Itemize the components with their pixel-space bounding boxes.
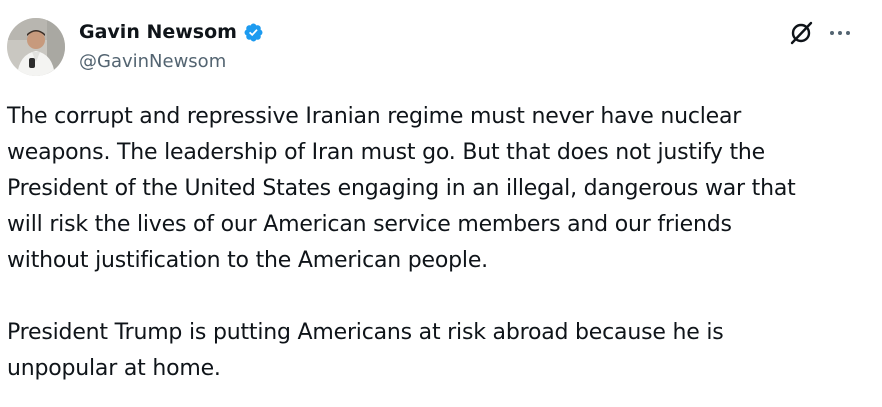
- grok-button[interactable]: [788, 20, 814, 46]
- tweet-paragraph: President Trump is putting Americans at …: [7, 320, 724, 381]
- tweet-text: The corrupt and repressive Iranian regim…: [7, 99, 867, 387]
- verified-badge-icon: [243, 22, 264, 43]
- avatar[interactable]: [7, 18, 65, 76]
- tweet-paragraph: The corrupt and repressive Iranian regim…: [7, 104, 796, 273]
- author-handle[interactable]: @GavinNewsom: [79, 51, 226, 73]
- more-horizontal-icon: [830, 31, 850, 35]
- display-name-text: Gavin Newsom: [79, 21, 237, 43]
- author-display-name[interactable]: Gavin Newsom: [79, 20, 264, 44]
- more-options-button[interactable]: [826, 20, 854, 46]
- grok-icon: [790, 21, 813, 45]
